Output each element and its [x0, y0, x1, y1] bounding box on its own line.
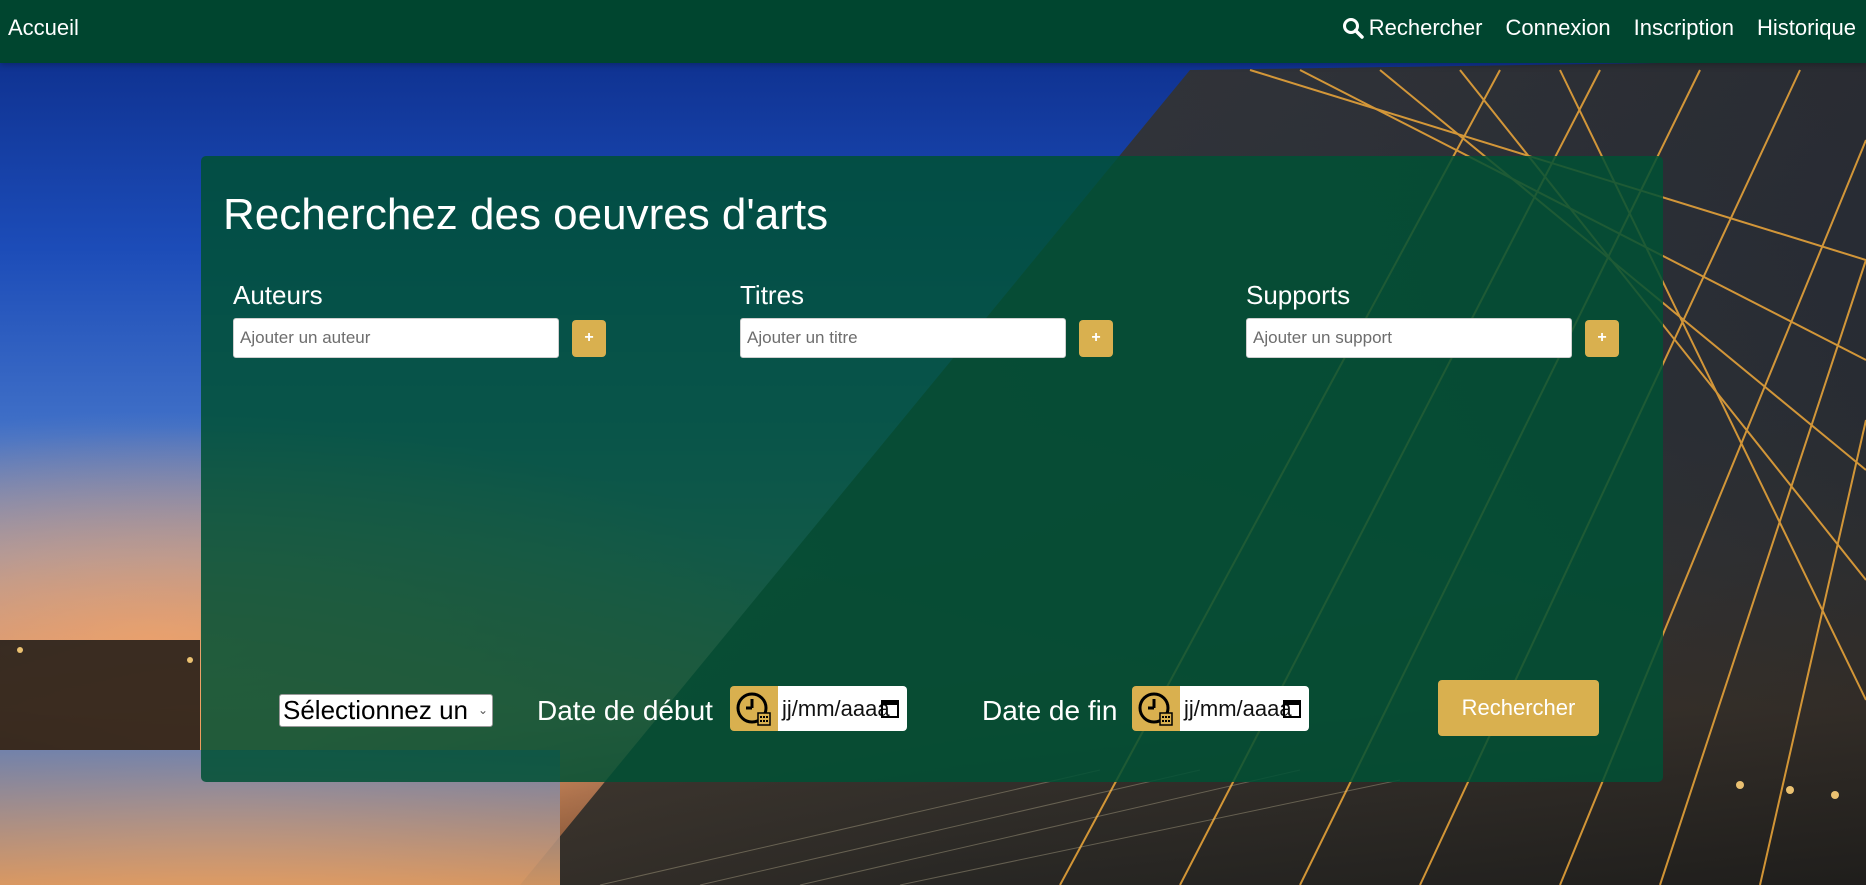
- clock-calendar-icon: [1132, 686, 1180, 731]
- supports-group: Supports +: [1246, 280, 1666, 358]
- start-date-placeholder: jj/mm/aaaa: [782, 695, 890, 721]
- author-input[interactable]: [233, 318, 559, 358]
- end-date-group: jj/mm/aaaa: [1132, 686, 1309, 731]
- nav-signup-link[interactable]: Inscription: [1634, 15, 1734, 41]
- search-panel: Recherchez des oeuvres d'arts Auteurs + …: [201, 156, 1663, 782]
- calendar-icon[interactable]: [881, 698, 899, 718]
- titles-row: +: [740, 318, 1160, 358]
- start-date-label: Date de début: [537, 695, 713, 726]
- chevron-down-icon: ⌄: [477, 703, 488, 717]
- title-input[interactable]: [740, 318, 1066, 358]
- nav-links: Rechercher Connexion Inscription Histori…: [1342, 15, 1856, 41]
- end-date-placeholder: jj/mm/aaaa: [1184, 695, 1292, 721]
- category-select-value: Sélectionnez un: [283, 695, 469, 725]
- add-support-button[interactable]: +: [1585, 319, 1619, 357]
- nav-search-link[interactable]: Rechercher: [1342, 15, 1483, 41]
- search-submit-button[interactable]: Rechercher: [1438, 680, 1599, 736]
- category-select[interactable]: Sélectionnez un ⌄: [279, 694, 493, 727]
- authors-row: +: [233, 318, 653, 358]
- titles-label: Titres: [740, 280, 805, 310]
- supports-row: +: [1246, 318, 1666, 358]
- end-date-label: Date de fin: [982, 695, 1118, 726]
- start-date-group: jj/mm/aaaa: [730, 686, 907, 731]
- nav-history-link[interactable]: Historique: [1757, 15, 1856, 41]
- start-date-input[interactable]: jj/mm/aaaa: [778, 686, 907, 731]
- page-title: Recherchez des oeuvres d'arts: [223, 190, 829, 239]
- nav-home-link[interactable]: Accueil: [8, 15, 79, 41]
- search-icon: [1342, 18, 1364, 39]
- supports-label: Supports: [1246, 280, 1351, 310]
- support-input[interactable]: [1246, 318, 1572, 358]
- add-title-button[interactable]: +: [1079, 319, 1113, 357]
- clock-calendar-icon: [730, 686, 778, 731]
- add-author-button[interactable]: +: [572, 319, 606, 357]
- titles-group: Titres +: [740, 280, 1160, 358]
- authors-group: Auteurs +: [233, 280, 653, 358]
- nav-search-label: Rechercher: [1368, 15, 1483, 40]
- calendar-icon[interactable]: [1283, 698, 1301, 718]
- end-date-input[interactable]: jj/mm/aaaa: [1180, 686, 1309, 731]
- authors-label: Auteurs: [233, 280, 323, 310]
- nav-login-link[interactable]: Connexion: [1505, 15, 1610, 41]
- top-navbar: Accueil Rechercher Connexion Inscription…: [0, 0, 1866, 63]
